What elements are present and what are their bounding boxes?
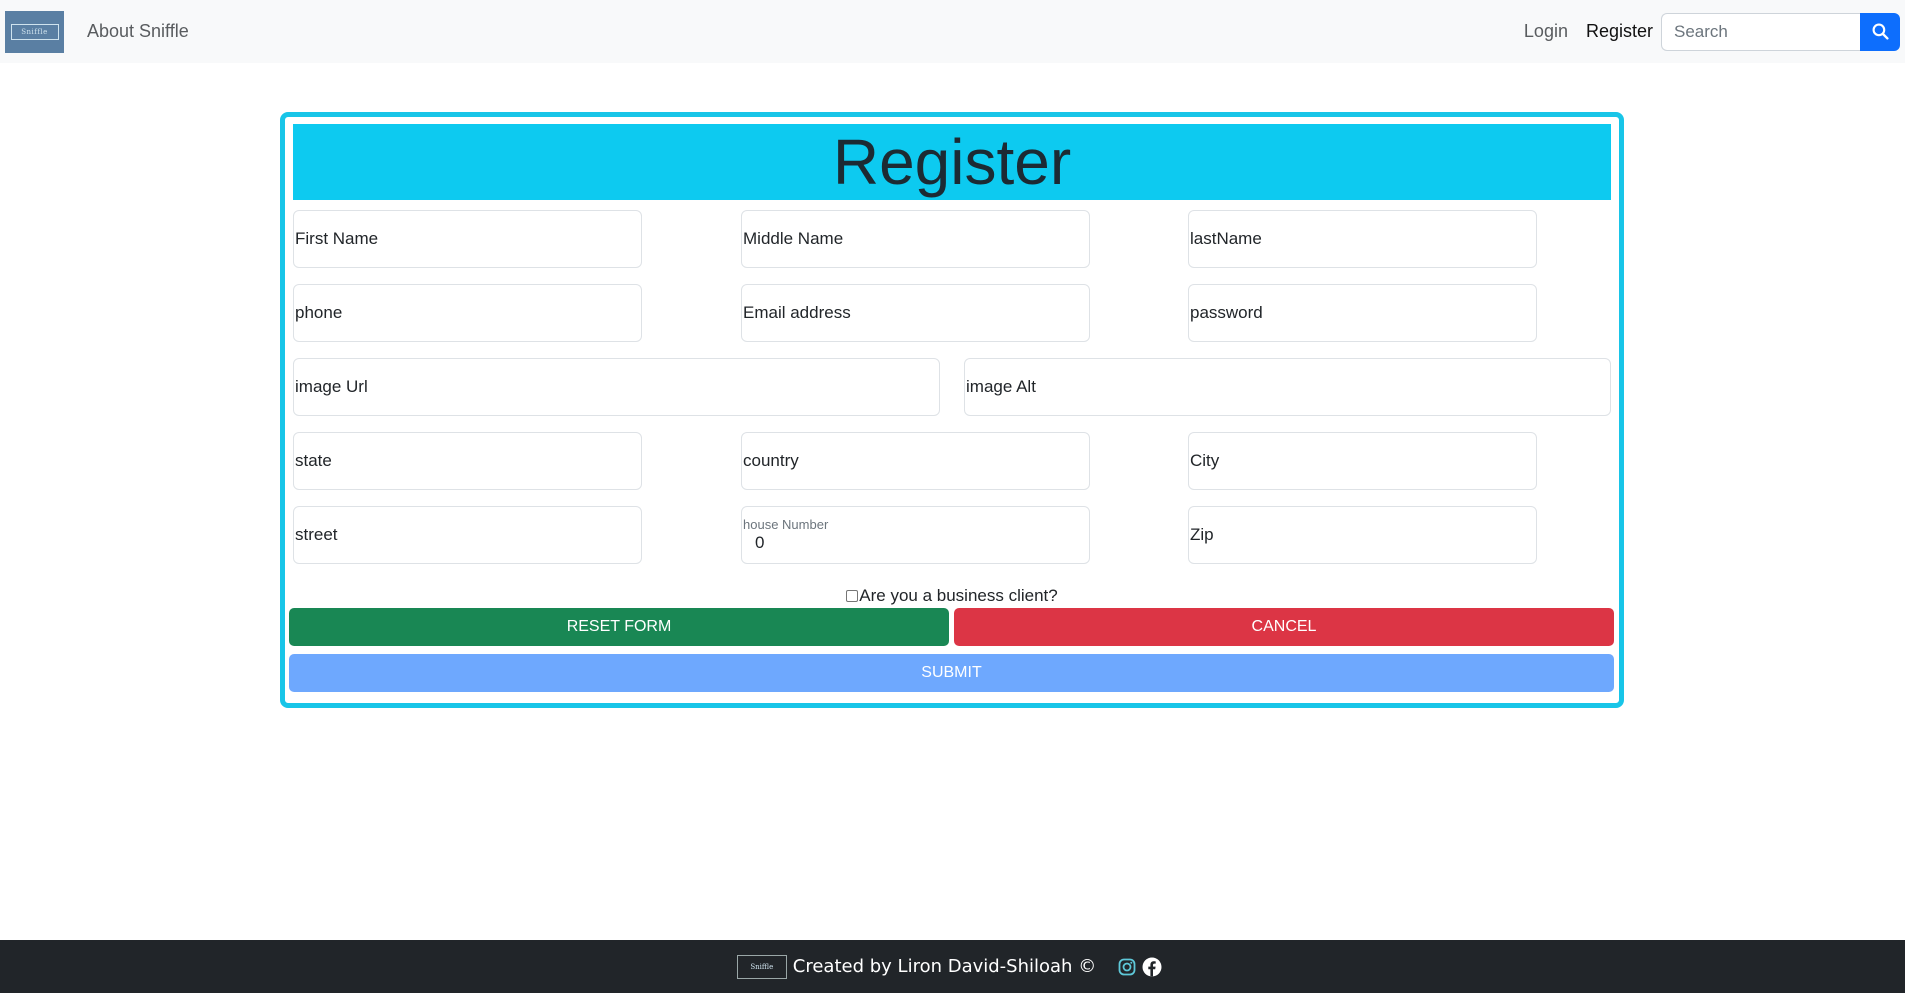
- first-name-field[interactable]: First Name: [293, 210, 642, 268]
- state-field[interactable]: state: [293, 432, 642, 490]
- footer-social-icons: [1118, 957, 1168, 977]
- page-title: Register: [293, 124, 1611, 200]
- street-field[interactable]: street: [293, 506, 642, 564]
- search-icon: [1872, 23, 1889, 40]
- footer-credit: Created by Liron David-Shiloah ©: [792, 956, 1097, 977]
- nav-right: Login Register: [1524, 12, 1900, 51]
- image-alt-field[interactable]: image Alt: [964, 358, 1611, 416]
- image-url-field[interactable]: image Url: [293, 358, 940, 416]
- house-number-label: house Number: [743, 517, 829, 532]
- cancel-button[interactable]: CANCEL: [954, 608, 1614, 646]
- logo[interactable]: Sniffle: [5, 10, 64, 53]
- nav-about-link[interactable]: About Sniffle: [87, 21, 189, 42]
- city-field[interactable]: City: [1188, 432, 1537, 490]
- reset-form-button[interactable]: RESET FORM: [289, 608, 949, 646]
- search-input[interactable]: [1661, 12, 1860, 51]
- last-name-field[interactable]: lastName: [1188, 210, 1537, 268]
- business-client-row: Are you a business client?: [285, 586, 1619, 606]
- email-field[interactable]: Email address: [741, 284, 1090, 342]
- footer: Sniffle Created by Liron David-Shiloah ©: [0, 940, 1905, 993]
- business-client-label[interactable]: Are you a business client?: [859, 586, 1057, 606]
- zip-field[interactable]: Zip: [1188, 506, 1537, 564]
- nav-login-link[interactable]: Login: [1524, 21, 1568, 42]
- house-number-field[interactable]: house Number 0: [741, 506, 1090, 564]
- footer-logo: Sniffle: [736, 954, 787, 979]
- navbar: Sniffle About Sniffle Login Register: [0, 0, 1905, 63]
- nav-register-link[interactable]: Register: [1586, 21, 1653, 42]
- facebook-icon[interactable]: [1142, 957, 1162, 977]
- instagram-icon[interactable]: [1118, 958, 1136, 976]
- country-field[interactable]: country: [741, 432, 1090, 490]
- search-button[interactable]: [1860, 12, 1900, 51]
- register-form-card: Register First Name Middle Name lastName…: [280, 112, 1624, 708]
- business-client-checkbox[interactable]: [846, 590, 859, 602]
- search-group: [1661, 12, 1900, 51]
- middle-name-field[interactable]: Middle Name: [741, 210, 1090, 268]
- submit-button[interactable]: SUBMIT: [289, 654, 1614, 692]
- house-number-value: 0: [755, 533, 765, 552]
- password-field[interactable]: password: [1188, 284, 1537, 342]
- logo-text: Sniffle: [10, 23, 59, 40]
- phone-field[interactable]: phone: [293, 284, 642, 342]
